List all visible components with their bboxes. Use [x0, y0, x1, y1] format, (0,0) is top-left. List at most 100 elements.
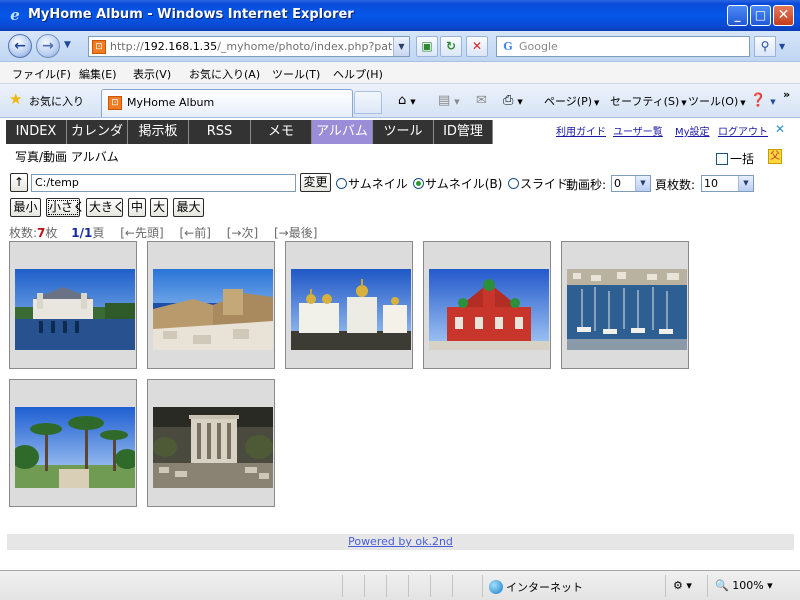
photo-thumbnail[interactable]: [285, 241, 413, 369]
menu-file[interactable]: ファイル(F): [12, 66, 71, 82]
nav-album[interactable]: アルバム: [312, 120, 373, 144]
size-medium-button[interactable]: 中: [128, 198, 146, 217]
view-mode-thumbnail[interactable]: サムネイル: [336, 175, 408, 192]
size-min-button[interactable]: 最小: [10, 198, 41, 217]
link-my-settings[interactable]: My設定: [675, 123, 710, 138]
thumbnail-image: [429, 269, 549, 350]
nav-calendar[interactable]: カレンダ: [67, 120, 128, 144]
read-mail-icon[interactable]: ✉: [476, 93, 489, 108]
checkbox-icon[interactable]: [716, 153, 728, 165]
size-large-button[interactable]: 大: [150, 198, 168, 217]
favorites-star-icon[interactable]: ★: [9, 92, 22, 107]
home-icon[interactable]: ⌂ ▼: [398, 93, 416, 108]
menu-help[interactable]: ヘルプ(H): [333, 66, 383, 82]
menu-bar: ファイル(F) 編集(E) 表示(V) お気に入り(A) ツール(T) ヘルプ(…: [0, 62, 800, 84]
print-icon[interactable]: ⎙ ▼: [503, 93, 523, 108]
minimize-button[interactable]: _: [727, 5, 748, 26]
maximize-button[interactable]: □: [750, 5, 771, 26]
status-divider: [386, 575, 387, 597]
up-folder-button[interactable]: ↑: [10, 173, 28, 192]
nav-id-admin[interactable]: ID管理: [434, 120, 493, 144]
radio-icon[interactable]: [508, 178, 519, 189]
nav-prev-link[interactable]: [←前]: [179, 226, 210, 240]
search-icon[interactable]: ⚲: [754, 36, 776, 57]
page-menu[interactable]: ページ(P) ▼: [544, 93, 599, 109]
size-larger-button[interactable]: 大きく: [86, 198, 125, 217]
forward-arrow-icon[interactable]: →: [36, 34, 60, 58]
photo-thumbnail[interactable]: [147, 241, 275, 369]
safety-menu[interactable]: セーフティ(S) ▼: [610, 93, 687, 109]
tab-myhome-album[interactable]: ⊡ MyHome Album: [101, 89, 353, 117]
favorites-button[interactable]: お気に入り: [29, 93, 84, 109]
more-commands-chevron[interactable]: »: [783, 88, 790, 101]
chevron-down-icon[interactable]: ▼: [635, 176, 650, 191]
path-input[interactable]: C:/temp: [31, 174, 296, 192]
stop-icon[interactable]: ✕: [466, 36, 488, 57]
page-title: 写真/動画 アルバム: [15, 150, 119, 164]
photo-thumbnail[interactable]: [423, 241, 551, 369]
photo-thumbnail[interactable]: [9, 379, 137, 507]
help-icon[interactable]: ❓ ▼: [750, 93, 776, 108]
view-mode-slide[interactable]: スライド: [508, 175, 568, 192]
photo-thumbnail[interactable]: [9, 241, 137, 369]
compatibility-view-icon[interactable]: ▣: [416, 36, 438, 57]
url-text[interactable]: http://192.168.1.35/_myhome/photo/index.…: [110, 40, 395, 53]
thumbnail-size-buttons: 最小 小さく 大きく 中 大 最大: [0, 198, 800, 220]
close-button[interactable]: ✕: [773, 5, 794, 26]
link-logout[interactable]: ログアウト: [718, 123, 768, 138]
per-page-select[interactable]: 10 ▼: [701, 175, 754, 192]
photo-thumbnail[interactable]: [561, 241, 689, 369]
chevron-down-icon[interactable]: ▼: [738, 176, 753, 191]
protected-mode-icon[interactable]: ⚙ ▾: [673, 579, 692, 592]
radio-icon[interactable]: [336, 178, 347, 189]
address-dropdown-icon[interactable]: ▼: [393, 37, 409, 56]
view-mode-thumbnail-b[interactable]: サムネイル(B): [413, 175, 502, 192]
search-placeholder: Google: [519, 40, 558, 53]
recent-pages-dropdown-icon[interactable]: ▼: [64, 40, 71, 50]
nav-index[interactable]: INDEX: [6, 120, 67, 144]
nav-rss[interactable]: RSS: [189, 120, 251, 144]
link-user-list[interactable]: ユーザー覧: [613, 123, 663, 138]
size-smaller-button[interactable]: 小さく: [46, 198, 85, 217]
nav-bbs[interactable]: 掲示板: [128, 120, 189, 144]
menu-edit[interactable]: 編集(E): [79, 66, 117, 82]
radio-selected-icon[interactable]: [413, 178, 424, 189]
menu-favorites[interactable]: お気に入り(A): [189, 66, 260, 82]
thumbnail-image: [15, 407, 135, 488]
photo-thumbnail[interactable]: [147, 379, 275, 507]
nav-first-link[interactable]: [←先頭]: [120, 226, 163, 240]
video-seconds-select[interactable]: 0 ▼: [611, 175, 651, 192]
size-max-button[interactable]: 最大: [173, 198, 204, 217]
site-favicon-icon: ⊡: [92, 40, 106, 54]
link-guide[interactable]: 利用ガイド: [556, 123, 606, 138]
menu-tools[interactable]: ツール(T): [272, 66, 320, 82]
folder-tag-icon[interactable]: 父: [768, 149, 782, 164]
feeds-icon[interactable]: ▤ ▼: [438, 93, 460, 108]
google-logo-icon: G: [503, 40, 513, 53]
status-divider: [364, 575, 365, 597]
powered-by-link[interactable]: Powered by ok.2nd: [348, 535, 453, 548]
back-arrow-icon[interactable]: ←: [8, 34, 32, 58]
new-tab-button[interactable]: [354, 91, 382, 114]
search-options-dropdown-icon[interactable]: ▼: [779, 36, 785, 57]
user-status-icon[interactable]: ✕: [775, 122, 785, 136]
change-path-button[interactable]: 変更: [300, 173, 331, 192]
search-input[interactable]: G Google: [496, 36, 750, 57]
thumbnail-image: [291, 269, 411, 350]
address-input[interactable]: ⊡ http://192.168.1.35/_myhome/photo/inde…: [88, 36, 410, 57]
bulk-checkbox[interactable]: 一括: [716, 150, 754, 167]
security-zone[interactable]: インターネット: [489, 579, 583, 595]
nav-next-link[interactable]: [→次]: [227, 226, 258, 240]
status-divider: [452, 575, 453, 597]
zoom-level[interactable]: 🔍 100% ▾: [715, 579, 773, 592]
menu-view[interactable]: 表示(V): [133, 66, 171, 82]
nav-tools[interactable]: ツール: [373, 120, 434, 144]
window-title-bar[interactable]: e MyHome Album - Windows Internet Explor…: [0, 0, 800, 31]
refresh-icon[interactable]: ↻: [440, 36, 462, 57]
bulk-label: 一括: [730, 152, 755, 166]
nav-last-link[interactable]: [→最後]: [274, 226, 317, 240]
tools-menu[interactable]: ツール(O) ▼: [688, 93, 746, 109]
count-unit: 枚: [45, 226, 58, 240]
nav-memo[interactable]: メモ: [251, 120, 312, 144]
tab-favicon-icon: ⊡: [108, 96, 122, 110]
